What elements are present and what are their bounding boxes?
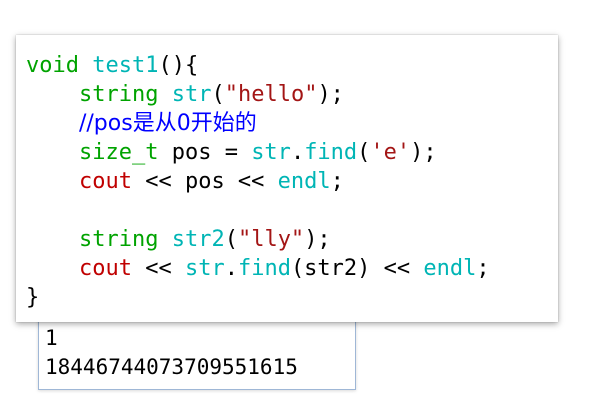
string-literal: "hello": [224, 82, 318, 107]
console-line-1: 1: [45, 326, 58, 350]
code-line-7: string str2("lly");: [78, 227, 331, 252]
variable-str: str: [251, 140, 291, 165]
stream-cout: cout: [78, 256, 132, 281]
keyword-string: string: [78, 82, 159, 107]
console-output-window: 1 18446744073709551615: [38, 314, 356, 390]
variable-str2: str2: [171, 227, 225, 252]
keyword-size-t: size_t: [78, 140, 159, 165]
console-line-2: 18446744073709551615: [45, 355, 298, 379]
code-line-9: }: [26, 285, 40, 310]
code-line-2: string str("hello");: [78, 82, 344, 107]
string-literal: "lly": [237, 227, 305, 252]
keyword-void: void: [26, 53, 79, 78]
code-line-5: cout << pos << endl;: [78, 169, 344, 194]
keyword-string: string: [78, 227, 159, 252]
function-name: test1: [92, 53, 159, 78]
code-line-6-blank: [26, 196, 558, 225]
code-editor-window[interactable]: void test1(){ string str("hello"); //pos…: [16, 35, 558, 322]
method-find: find: [304, 140, 358, 165]
code-line-3: //pos是从0开始的: [26, 109, 558, 138]
variable-str: str: [184, 256, 225, 281]
stream-endl: endl: [423, 256, 477, 281]
char-literal: 'e': [370, 140, 411, 165]
code-line-1: void test1(){: [26, 53, 199, 78]
stream-endl: endl: [277, 169, 331, 194]
stream-cout: cout: [78, 169, 132, 194]
variable-str: str: [171, 82, 212, 107]
method-find: find: [237, 256, 291, 281]
code-comment: //pos是从0开始的: [78, 111, 257, 136]
code-line-4: size_t pos = str.find('e');: [78, 140, 437, 165]
code-line-8: cout << str.find(str2) << endl;: [78, 256, 490, 281]
